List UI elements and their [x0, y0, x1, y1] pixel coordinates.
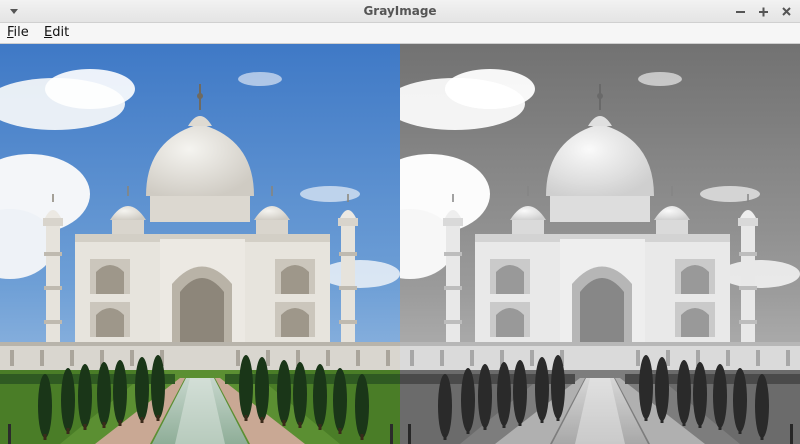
- title-bar[interactable]: GrayImage: [0, 0, 800, 23]
- taj-mahal-grayscale-image: [400, 44, 800, 444]
- menu-bar: File Edit: [0, 23, 800, 44]
- app-window: GrayImage File Edit: [0, 0, 800, 444]
- maximize-icon[interactable]: [756, 4, 771, 19]
- minimize-icon[interactable]: [733, 4, 748, 19]
- window-title: GrayImage: [363, 4, 437, 18]
- menu-file[interactable]: File: [7, 25, 29, 40]
- close-icon[interactable]: [779, 4, 794, 19]
- grayscale-image-panel: [400, 44, 800, 444]
- taj-mahal-color-image: [0, 44, 400, 444]
- original-image-panel: [0, 44, 400, 444]
- menu-edit[interactable]: Edit: [44, 25, 69, 40]
